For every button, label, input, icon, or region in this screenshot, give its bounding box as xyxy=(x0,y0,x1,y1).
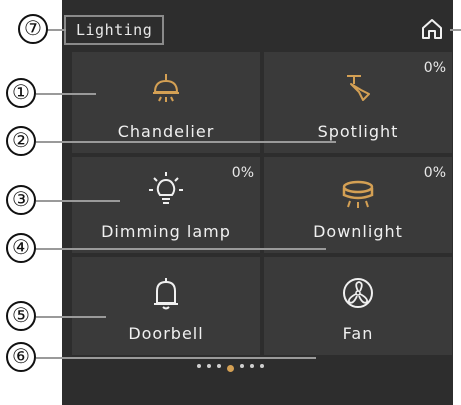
callout-leader xyxy=(36,141,336,143)
downlight-icon xyxy=(342,180,374,208)
callout-3: ③ xyxy=(6,185,36,215)
callout-2: ② xyxy=(6,126,36,156)
page-dot[interactable] xyxy=(250,364,254,368)
dimming-lamp-icon xyxy=(149,172,183,204)
device-tile-dimming-lamp[interactable]: 0% Dimming lamp xyxy=(72,157,260,253)
doorbell-icon xyxy=(154,278,178,310)
level-percent: 0% xyxy=(231,165,254,181)
home-icon[interactable] xyxy=(420,17,444,41)
callout-leader xyxy=(450,29,461,31)
device-label: Spotlight xyxy=(317,122,399,141)
device-tile-downlight[interactable]: 0% Downlight xyxy=(264,157,452,253)
page-dot-active[interactable] xyxy=(227,364,234,372)
page-dot[interactable] xyxy=(260,364,264,368)
device-tile-spotlight[interactable]: 0% Spotlight xyxy=(264,52,452,153)
device-label: Fan xyxy=(342,324,374,343)
callout-leader xyxy=(36,200,120,202)
device-tile-fan[interactable]: Fan xyxy=(264,257,452,355)
page-indicator[interactable] xyxy=(0,364,461,372)
callout-leader xyxy=(36,357,316,359)
device-tile-chandelier[interactable]: Chandelier xyxy=(72,52,260,153)
fan-icon xyxy=(343,278,373,308)
callout-1: ① xyxy=(6,78,36,108)
device-label: Downlight xyxy=(313,222,403,241)
callout-leader xyxy=(36,93,96,95)
callout-leader xyxy=(36,248,326,250)
callout-7: ⑦ xyxy=(18,14,48,44)
level-percent: 0% xyxy=(423,60,446,76)
device-label: Chandelier xyxy=(117,122,215,141)
page-dot[interactable] xyxy=(197,364,201,368)
device-label: Dimming lamp xyxy=(101,222,231,241)
page-title: Lighting xyxy=(64,15,164,45)
spotlight-icon xyxy=(347,75,370,101)
callout-leader xyxy=(36,316,106,318)
page-dot[interactable] xyxy=(217,364,221,368)
callout-5: ⑤ xyxy=(6,301,36,331)
page-dot[interactable] xyxy=(207,364,211,368)
device-label: Doorbell xyxy=(128,324,204,343)
callout-6: ⑥ xyxy=(6,342,36,372)
callout-4: ④ xyxy=(6,233,36,263)
chandelier-icon xyxy=(153,74,179,102)
device-tile-doorbell[interactable]: Doorbell xyxy=(72,257,260,355)
callout-leader xyxy=(46,29,66,31)
level-percent: 0% xyxy=(423,165,446,181)
page-dot[interactable] xyxy=(240,364,244,368)
